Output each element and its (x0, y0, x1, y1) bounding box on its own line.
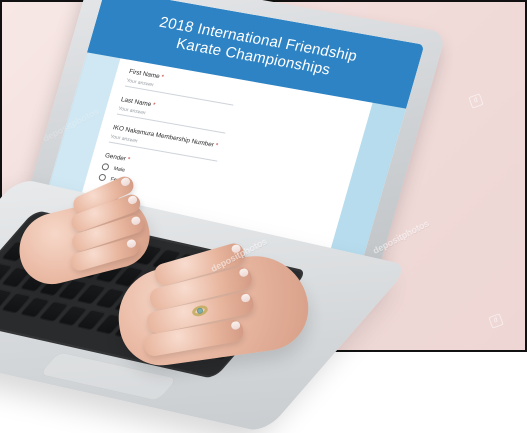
watermark-logo: d (488, 313, 504, 329)
photo: 2018 International Friendship Karate Cha… (0, 0, 527, 433)
nail (230, 320, 241, 331)
gender-label-text: Gender (104, 152, 127, 163)
nail (125, 238, 137, 249)
gender-option-male-label: Male (112, 165, 126, 174)
required-asterisk: * (151, 101, 157, 109)
nail (130, 215, 142, 226)
required-asterisk: * (126, 156, 131, 164)
radio-icon[interactable] (97, 173, 107, 182)
required-asterisk: * (160, 73, 165, 81)
required-asterisk: * (214, 142, 219, 150)
nail (230, 243, 242, 254)
nail (240, 293, 251, 303)
watermark-logo: d (468, 93, 484, 109)
radio-icon[interactable] (100, 162, 110, 171)
nail (238, 267, 250, 278)
nail (119, 176, 132, 188)
nail (126, 194, 139, 206)
